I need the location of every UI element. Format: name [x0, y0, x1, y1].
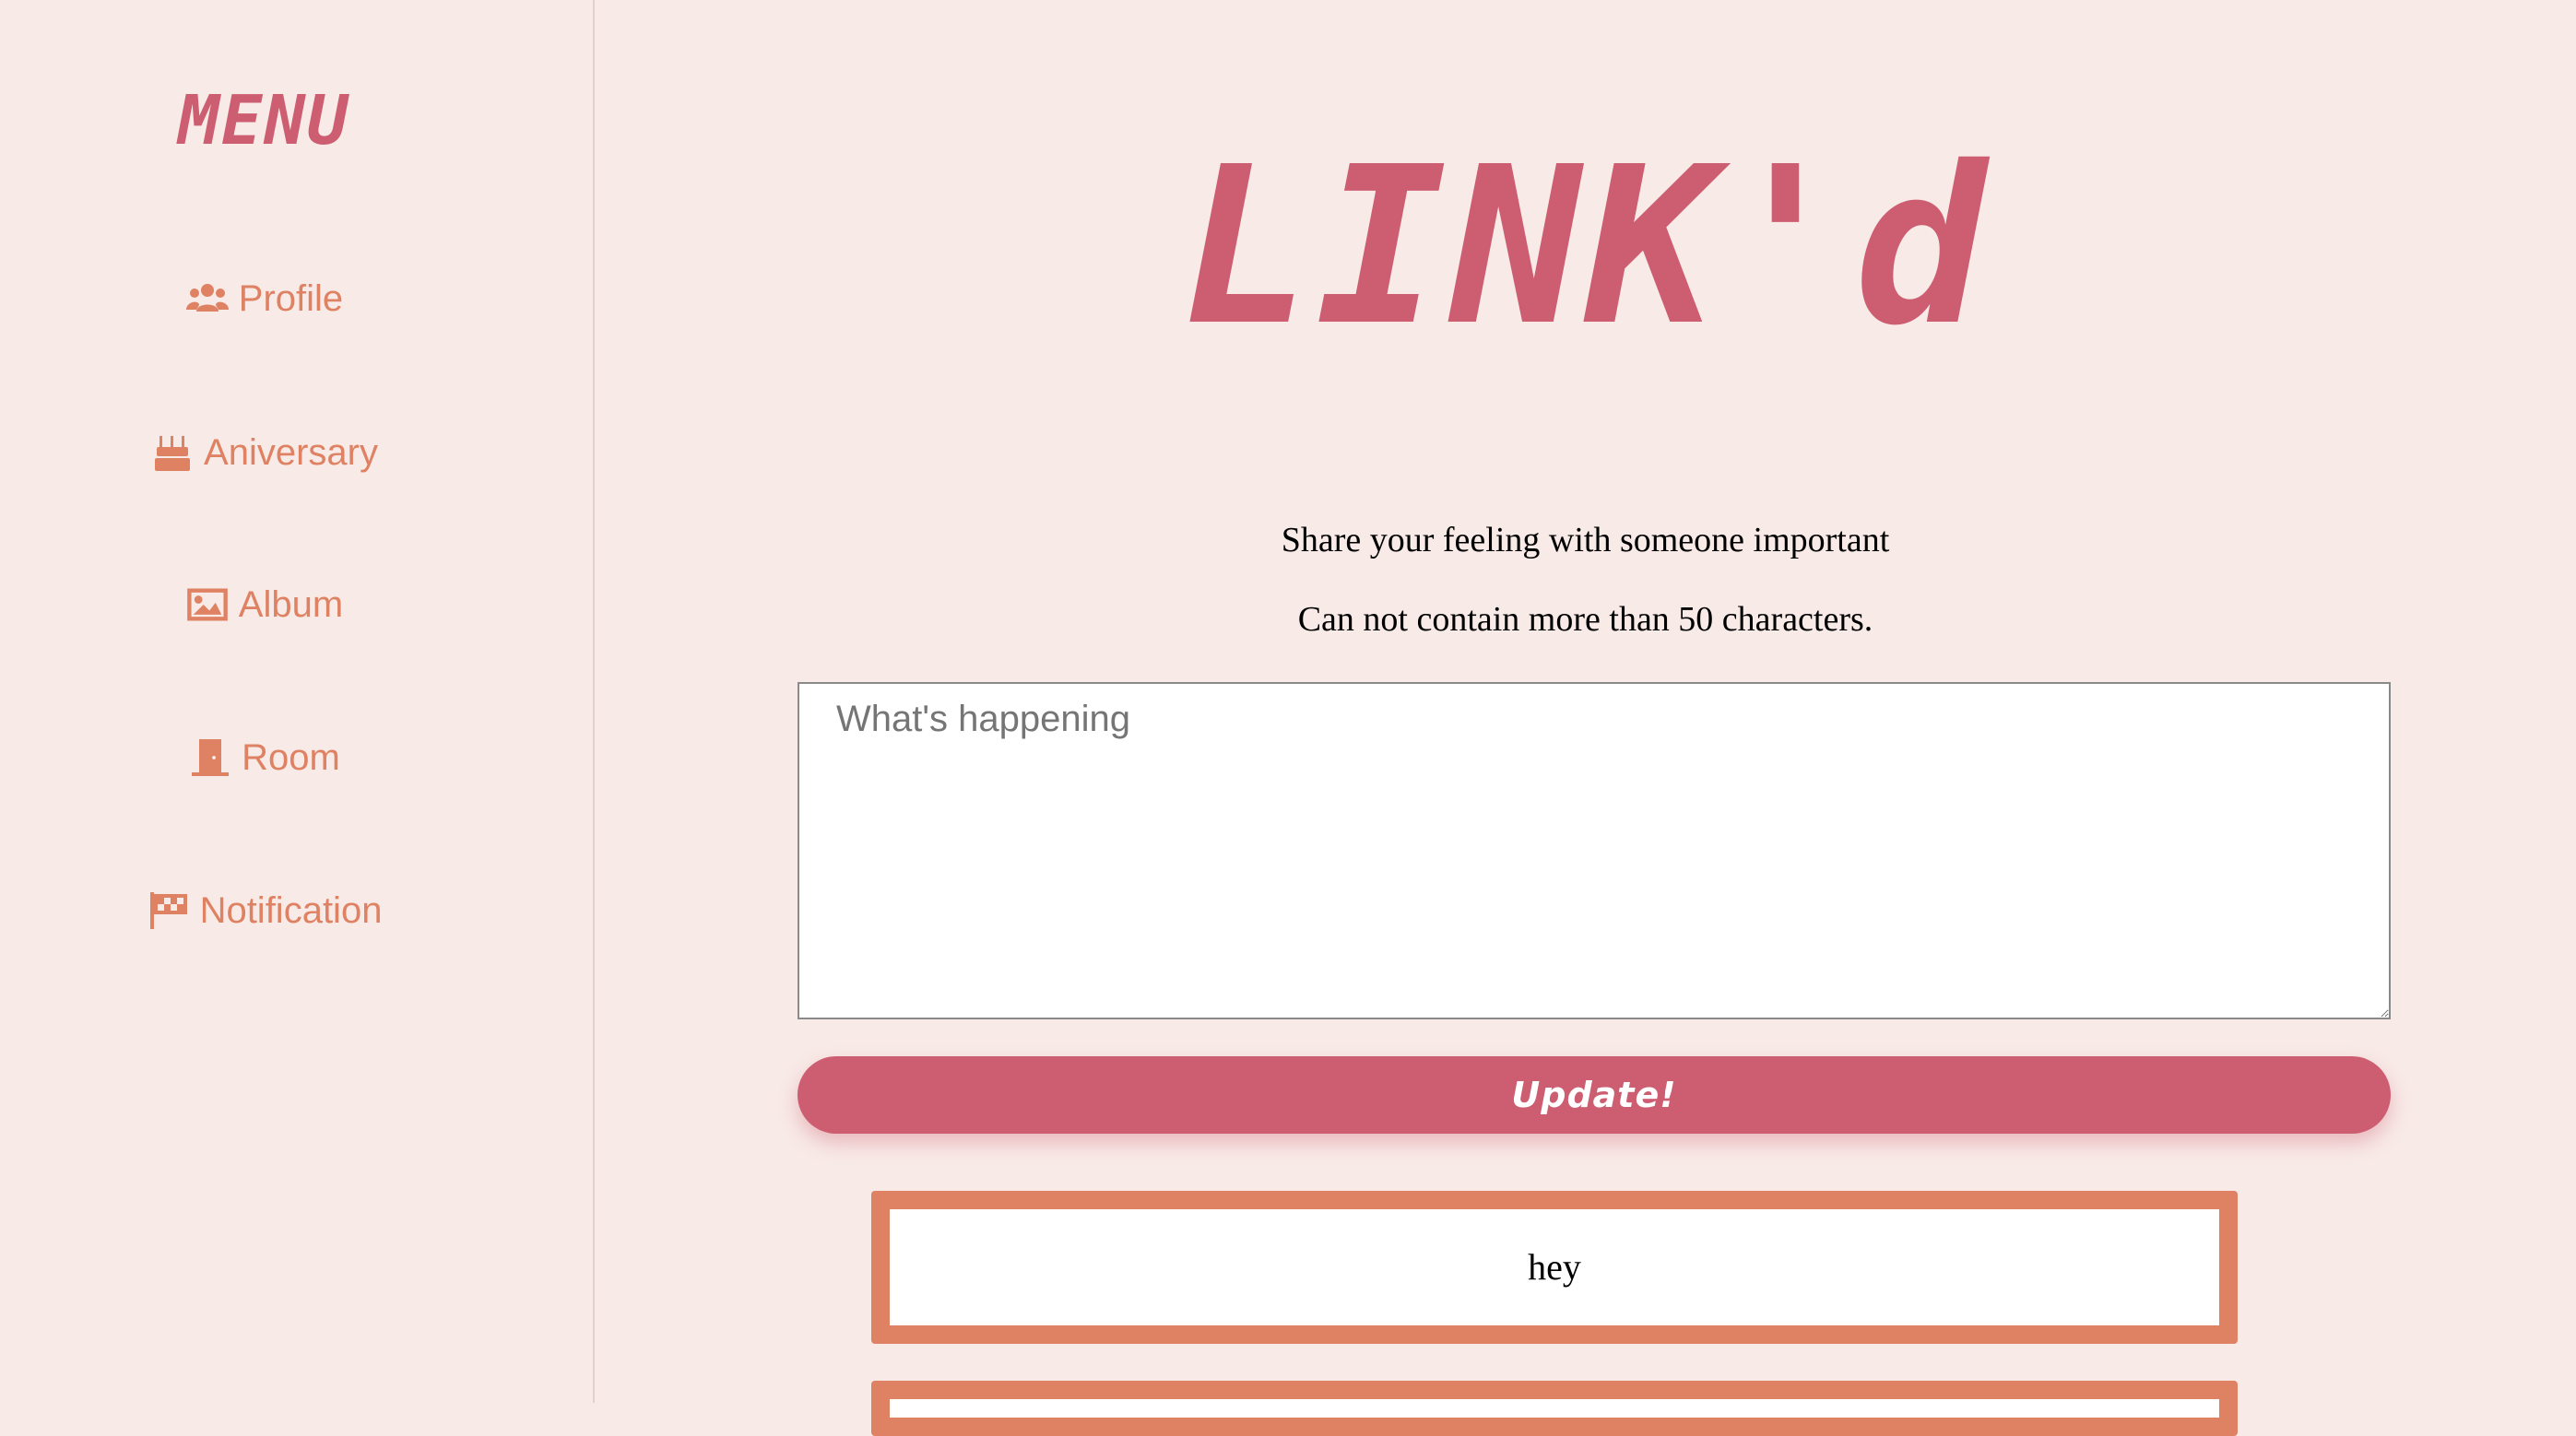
share-prompt: Share your feeling with someone importan…: [1281, 521, 1890, 559]
sidebar-item-label: Room: [242, 736, 340, 778]
sidebar-item-aniversary[interactable]: Aniversary: [0, 425, 528, 480]
users-icon: [185, 284, 229, 312]
sidebar-item-label: Aniversary: [204, 431, 378, 473]
update-button[interactable]: Update!: [798, 1056, 2391, 1134]
character-limit-note: Can not contain more than 50 characters.: [1297, 600, 1873, 639]
post-card: hey: [871, 1191, 2238, 1344]
sidebar-item-album[interactable]: Album: [0, 577, 528, 632]
main-content: LINK'd Share your feeling with someone i…: [595, 0, 2576, 1436]
sidebar-item-room[interactable]: Room: [0, 730, 528, 785]
status-input[interactable]: [798, 682, 2391, 1019]
door-icon: [192, 739, 230, 776]
sidebar-item-notification[interactable]: Notification: [0, 883, 528, 938]
app-logo: LINK'd: [1181, 120, 1990, 373]
checkered-flag-icon: [149, 892, 187, 929]
sidebar: MENU Profile Aniversary Album Room Notif…: [0, 0, 595, 1403]
sidebar-item-label: Profile: [238, 277, 344, 319]
birthday-cake-icon: [155, 436, 191, 471]
sidebar-item-label: Notification: [199, 889, 383, 931]
post-text: hey: [1528, 1246, 1581, 1288]
sidebar-item-label: Album: [238, 583, 344, 625]
sidebar-item-profile[interactable]: Profile: [0, 271, 528, 326]
post-card: [871, 1381, 2238, 1436]
menu-title: MENU: [178, 81, 350, 160]
image-icon: [186, 588, 228, 621]
